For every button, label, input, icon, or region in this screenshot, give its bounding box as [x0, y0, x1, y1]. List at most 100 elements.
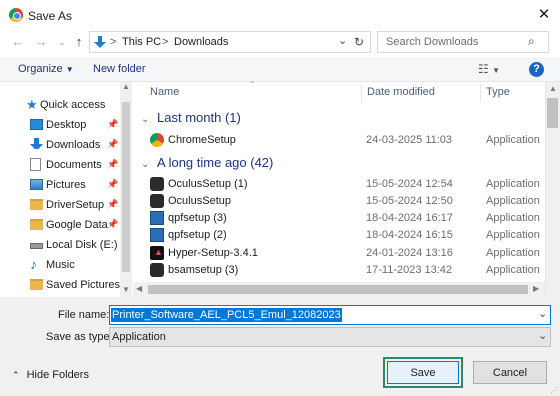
- sidebar-label: Local Disk (E:): [46, 239, 118, 251]
- column-header-type[interactable]: Type: [486, 86, 510, 98]
- view-options-icon[interactable]: ☷ ▼: [478, 62, 500, 76]
- hyper-app-icon: ▲: [150, 246, 164, 260]
- resize-grip-icon[interactable]: ⋰: [550, 386, 558, 395]
- document-icon: [30, 158, 41, 171]
- folder-icon: [30, 199, 43, 210]
- chevron-down-icon[interactable]: ⌄: [538, 329, 547, 342]
- file-name-input[interactable]: Printer_Software_AEL_PCL5_Emul_12082023 …: [109, 305, 551, 325]
- save-type-value: Application: [112, 331, 166, 343]
- group-label: Last month (1): [157, 110, 241, 125]
- oculus-app-icon: [150, 194, 164, 208]
- save-type-select[interactable]: Application ⌄: [109, 327, 551, 347]
- save-button[interactable]: Save: [387, 361, 459, 384]
- file-date: 15-05-2024 12:50: [366, 195, 453, 207]
- column-header-date[interactable]: Date modified: [367, 86, 435, 98]
- sidebar-item-music[interactable]: ♪ Music: [0, 255, 120, 275]
- back-arrow-icon[interactable]: ←: [10, 33, 26, 51]
- column-divider: [480, 84, 481, 102]
- sidebar-item-google-data[interactable]: Google Data 📌: [0, 215, 120, 235]
- file-type: Application: [486, 229, 540, 241]
- window-title: Save As: [28, 9, 73, 23]
- file-name[interactable]: qpfsetup (2): [168, 229, 227, 241]
- group-header[interactable]: ⌄ Last month (1): [141, 110, 241, 125]
- file-name[interactable]: qpfsetup (3): [168, 212, 227, 224]
- column-header-name[interactable]: Name: [150, 86, 179, 98]
- folder-icon: [30, 219, 43, 230]
- oculus-app-icon: [150, 177, 164, 191]
- sidebar-item-documents[interactable]: Documents 📌: [0, 155, 120, 175]
- up-arrow-icon[interactable]: ↑: [71, 33, 87, 51]
- close-icon[interactable]: ✕: [534, 5, 554, 25]
- pin-icon: 📌: [107, 139, 119, 149]
- vertical-scroll-thumb[interactable]: [547, 98, 558, 128]
- horizontal-scroll-thumb[interactable]: [148, 285, 528, 294]
- cancel-button[interactable]: Cancel: [473, 361, 547, 384]
- chevron-down-icon: ⌄: [141, 159, 150, 170]
- file-name[interactable]: Hyper-Setup-3.4.1: [168, 247, 258, 259]
- file-date: 15-05-2024 12:54: [366, 178, 453, 190]
- file-name-label: File name:: [58, 309, 110, 321]
- search-placeholder: Search Downloads: [386, 36, 479, 48]
- file-type: Application: [486, 264, 540, 276]
- file-date: 17-11-2023 13:42: [366, 264, 453, 276]
- installer-icon: [150, 263, 164, 277]
- chrome-icon: [150, 133, 164, 147]
- file-date: 24-01-2024 13:16: [366, 247, 453, 259]
- file-type: Application: [486, 195, 540, 207]
- file-name[interactable]: bsamsetup (3): [168, 264, 238, 276]
- drive-icon: [30, 243, 43, 249]
- sidebar-item-driversetup[interactable]: DriverSetup 📌: [0, 195, 120, 215]
- organize-label: Organize: [18, 63, 63, 75]
- sidebar-item-quick-access[interactable]: ★ Quick access: [0, 95, 120, 115]
- sidebar-label: Music: [46, 259, 75, 271]
- sidebar-item-local-disk-e[interactable]: Local Disk (E:): [0, 235, 120, 255]
- address-bar[interactable]: > This PC > Downloads ⌄ ↻: [89, 31, 371, 53]
- pin-icon: 📌: [107, 219, 119, 229]
- sidebar-label: DriverSetup: [46, 199, 105, 211]
- file-type: Application: [486, 178, 540, 190]
- forward-arrow-icon[interactable]: →: [33, 33, 49, 51]
- hide-folders-label: Hide Folders: [26, 369, 89, 381]
- pin-icon: 📌: [107, 179, 119, 189]
- breadcrumb-this-pc[interactable]: This PC: [122, 36, 161, 48]
- search-input[interactable]: Search Downloads ⌕: [377, 31, 549, 53]
- sidebar-label: Saved Pictures: [46, 279, 120, 291]
- file-name[interactable]: ChromeSetup: [168, 134, 236, 146]
- file-name[interactable]: OculusSetup (1): [168, 178, 247, 190]
- breadcrumb-downloads[interactable]: Downloads: [174, 36, 228, 48]
- hide-folders-button[interactable]: ⌃ Hide Folders: [12, 369, 89, 381]
- download-icon: [30, 138, 43, 149]
- sidebar-item-downloads[interactable]: Downloads 📌: [0, 135, 120, 155]
- file-type: Application: [486, 212, 540, 224]
- save-type-label: Save as type:: [46, 331, 113, 343]
- sidebar-scrollbar[interactable]: ▲ ▼: [120, 82, 132, 297]
- command-bar: [0, 57, 560, 82]
- chevron-up-icon: ⌃: [12, 370, 20, 380]
- chrome-icon: [9, 8, 23, 22]
- sidebar-label: Desktop: [46, 119, 87, 131]
- star-icon: ★: [26, 97, 38, 112]
- sidebar-label: Documents: [46, 159, 102, 171]
- new-folder-button[interactable]: New folder: [93, 63, 146, 75]
- help-icon[interactable]: ?: [529, 62, 544, 77]
- search-icon[interactable]: ⌕: [528, 34, 535, 49]
- group-label: A long time ago (42): [157, 155, 274, 170]
- file-date: 18-04-2024 16:17: [366, 212, 453, 224]
- file-name[interactable]: OculusSetup: [168, 195, 231, 207]
- file-name-value: Printer_Software_AEL_PCL5_Emul_12082023: [111, 308, 342, 322]
- file-date: 18-04-2024 16:15: [366, 229, 453, 241]
- group-header[interactable]: ⌄ A long time ago (42): [141, 155, 273, 170]
- file-type: Application: [486, 247, 540, 259]
- address-dropdown-icon[interactable]: ⌄: [338, 34, 347, 47]
- sidebar-item-saved-pictures[interactable]: Saved Pictures: [0, 275, 120, 295]
- sidebar-item-desktop[interactable]: Desktop 📌: [0, 115, 120, 135]
- chevron-down-icon[interactable]: ⌄: [538, 307, 547, 320]
- refresh-icon[interactable]: ↻: [354, 35, 364, 49]
- sidebar-label: Downloads: [46, 139, 101, 151]
- recent-dropdown-icon[interactable]: ⌄: [54, 33, 70, 51]
- file-type: Application: [486, 134, 540, 146]
- sidebar-item-pictures[interactable]: Pictures 📌: [0, 175, 120, 195]
- desktop-icon: [30, 119, 43, 130]
- organize-button[interactable]: Organize ▼: [18, 63, 74, 75]
- sort-up-icon: ⌃: [249, 80, 256, 89]
